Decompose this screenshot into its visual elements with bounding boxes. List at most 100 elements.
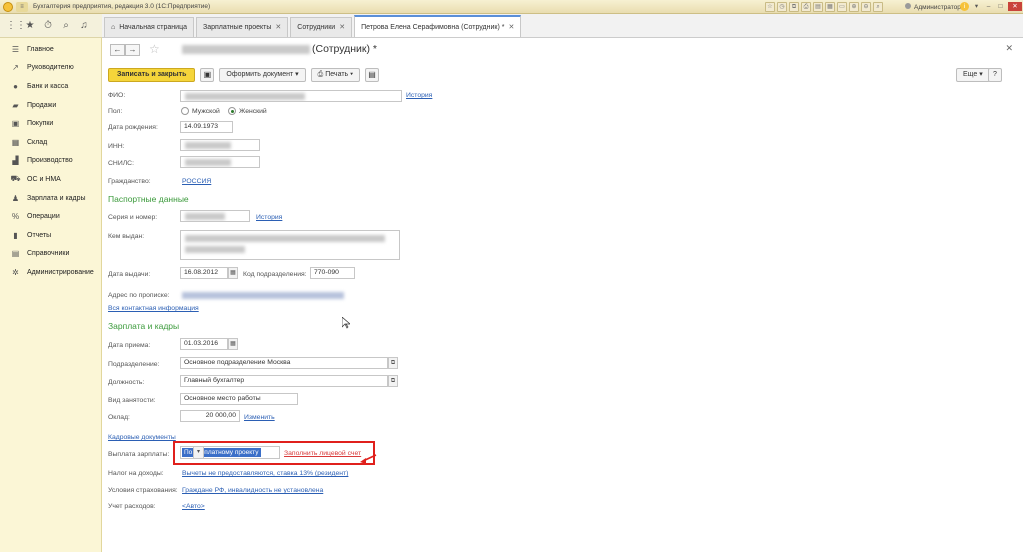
fio-history-link[interactable]: История xyxy=(406,92,432,99)
sidebar-item-label: Зарплата и кадры xyxy=(27,194,86,202)
inn-input[interactable] xyxy=(180,139,260,151)
tab-home[interactable]: ⌂ Начальная страница xyxy=(104,17,194,37)
sidebar-item-sales[interactable]: ▰ Продажи xyxy=(0,96,101,115)
issued-by-input[interactable] xyxy=(180,230,400,260)
employment-type-input[interactable]: Основное место работы xyxy=(180,393,298,405)
fio-input[interactable] xyxy=(180,90,402,102)
bell-icon[interactable]: ♫ xyxy=(78,20,90,31)
user-name[interactable]: Администратор xyxy=(905,3,961,11)
insurance-link[interactable]: Граждане РФ, инвалидность не установлена xyxy=(182,487,323,494)
print-button[interactable]: ⎙ Печать ▾ xyxy=(310,68,361,82)
tab-employees[interactable]: Сотрудники ✕ xyxy=(290,17,353,37)
bank-icon: ● xyxy=(13,81,18,91)
list-icon[interactable]: ▤ xyxy=(365,68,380,82)
open-link-icon[interactable]: ⧉ xyxy=(388,375,398,387)
hire-date-input[interactable]: 01.03.2016 xyxy=(180,338,228,350)
favorites-icon[interactable]: ☆ xyxy=(765,2,775,12)
birth-date-input[interactable]: 14.09.1973 xyxy=(180,121,233,133)
open-link-icon[interactable]: ⧉ xyxy=(388,357,398,369)
close-window-icon[interactable]: ✕ xyxy=(1008,2,1022,11)
apps-grid-icon[interactable]: ⋮⋮ xyxy=(6,20,26,31)
salary-change-link[interactable]: Изменить xyxy=(244,414,275,421)
sidebar-item-production[interactable]: ▟ Производство xyxy=(0,152,101,171)
sidebar-item-catalogs[interactable]: ▤ Справочники xyxy=(0,245,101,264)
search-icon[interactable]: ⌕ xyxy=(873,2,883,12)
blurred-series xyxy=(185,213,225,220)
forward-button[interactable]: → xyxy=(125,44,140,56)
tax-link[interactable]: Вычеты не предоставляются, ставка 13% (р… xyxy=(182,470,348,477)
history-clock-icon[interactable]: ⏱ xyxy=(42,20,54,31)
favorites-star-icon[interactable]: ★ xyxy=(24,20,36,31)
copy-icon[interactable]: ⧉ xyxy=(789,2,799,12)
more-button[interactable]: Еще ▾ xyxy=(956,68,990,82)
maximize-icon[interactable]: □ xyxy=(996,2,1005,11)
gender-male-radio[interactable]: Мужской xyxy=(181,107,220,115)
issue-date-input[interactable]: 16.08.2012 xyxy=(180,267,228,279)
help-button[interactable]: ? xyxy=(988,68,1002,82)
close-icon[interactable]: ✕ xyxy=(339,18,345,37)
sidebar-item-bank[interactable]: ● Банк и касса xyxy=(0,77,101,96)
sidebar-item-label: Банк и касса xyxy=(27,82,69,90)
position-input[interactable]: Главный бухгалтер xyxy=(180,375,388,387)
zoom-icon[interactable]: ⊕ xyxy=(849,2,859,12)
passport-history-link[interactable]: История xyxy=(256,214,282,221)
favorite-star-icon[interactable]: ☆ xyxy=(149,42,160,56)
home-icon: ⌂ xyxy=(111,24,116,31)
title-toolbar: ☆ ◷ ⧉ ⎙ ▤ ▦ ▭ ⊕ ⊖ ⌕ xyxy=(765,2,883,12)
series-number-input[interactable] xyxy=(180,210,250,222)
calendar-icon[interactable]: ▦ xyxy=(228,338,238,350)
history-icon[interactable]: ◷ xyxy=(777,2,787,12)
close-icon[interactable]: ✕ xyxy=(275,18,281,37)
position-label: Должность: xyxy=(108,379,145,386)
form-title: (Сотрудник) * xyxy=(182,43,377,55)
tab-employee-card[interactable]: Петрова Елена Серафимовна (Сотрудник) * … xyxy=(354,15,522,37)
radio-label: Женский xyxy=(239,107,267,115)
print-icon[interactable]: ⎙ xyxy=(801,2,811,12)
address-label: Адрес по прописке: xyxy=(108,292,170,299)
menu-dropdown-icon[interactable]: ▾ xyxy=(972,2,981,11)
zoom-out-icon[interactable]: ⊖ xyxy=(861,2,871,12)
calendar-icon[interactable]: ▭ xyxy=(837,2,847,12)
hr-documents-link[interactable]: Кадровые документы xyxy=(108,434,176,441)
expenses-link[interactable]: <Авто> xyxy=(182,503,205,510)
calculator-icon[interactable]: ▦ xyxy=(825,2,835,12)
sidebar-item-label: Справочники xyxy=(27,250,70,258)
main-menu-button[interactable]: ≡ xyxy=(16,2,28,12)
department-input[interactable]: Основное подразделение Москва xyxy=(180,357,388,369)
tax-label: Налог на доходы: xyxy=(108,470,164,477)
info-icon[interactable]: i xyxy=(960,2,969,11)
close-icon[interactable]: ✕ xyxy=(508,18,514,37)
tab-label: Петрова Елена Серафимовна (Сотрудник) * xyxy=(361,23,505,31)
close-form-icon[interactable]: ✕ xyxy=(1005,43,1013,54)
search-icon[interactable]: ⌕ xyxy=(60,20,72,31)
sidebar-item-salary[interactable]: ♟ Зарплата и кадры xyxy=(0,189,101,208)
title-bar: ≡ Бухгалтерия предприятия, редакция 3.0 … xyxy=(0,0,1023,14)
highlight-box xyxy=(173,441,375,465)
sidebar-item-assets[interactable]: ⛟ ОС и НМА xyxy=(0,170,101,189)
salary-input[interactable]: 20 000,00 xyxy=(180,410,240,422)
save-and-close-button[interactable]: Записать и закрыть xyxy=(108,68,196,82)
sidebar-item-warehouse[interactable]: ▦ Склад xyxy=(0,133,101,152)
save-button[interactable]: ▣ xyxy=(200,68,215,82)
snils-input[interactable] xyxy=(180,156,260,168)
sidebar-item-main[interactable]: ☰ Главное xyxy=(0,40,101,59)
calendar-icon[interactable]: ▦ xyxy=(228,267,238,279)
tab-salary-projects[interactable]: Зарплатные проекты ✕ xyxy=(195,17,289,37)
gear-icon: ✲ xyxy=(12,267,19,277)
sidebar-item-admin[interactable]: ✲ Администрирование xyxy=(0,263,101,282)
blurred-inn xyxy=(185,142,231,149)
sidebar-item-purchases[interactable]: ▣ Покупки xyxy=(0,114,101,133)
save-icon[interactable]: ▤ xyxy=(813,2,823,12)
dept-code-input[interactable]: 770-090 xyxy=(310,267,355,279)
minimize-icon[interactable]: – xyxy=(984,2,993,11)
sidebar-item-manager[interactable]: ↗ Руководителю xyxy=(0,59,101,78)
sidebar-item-reports[interactable]: ▮ Отчеты xyxy=(0,226,101,245)
all-contacts-link[interactable]: Вся контактная информация xyxy=(108,305,199,312)
create-document-button[interactable]: Оформить документ ▾ xyxy=(219,68,306,82)
sidebar-item-operations[interactable]: % Операции xyxy=(0,207,101,226)
form-title-text: (Сотрудник) * xyxy=(312,43,378,55)
gender-female-radio[interactable]: Женский xyxy=(228,107,267,115)
back-button[interactable]: ← xyxy=(110,44,125,56)
tab-label: Зарплатные проекты xyxy=(202,24,272,31)
citizenship-link[interactable]: РОССИЯ xyxy=(182,178,211,185)
